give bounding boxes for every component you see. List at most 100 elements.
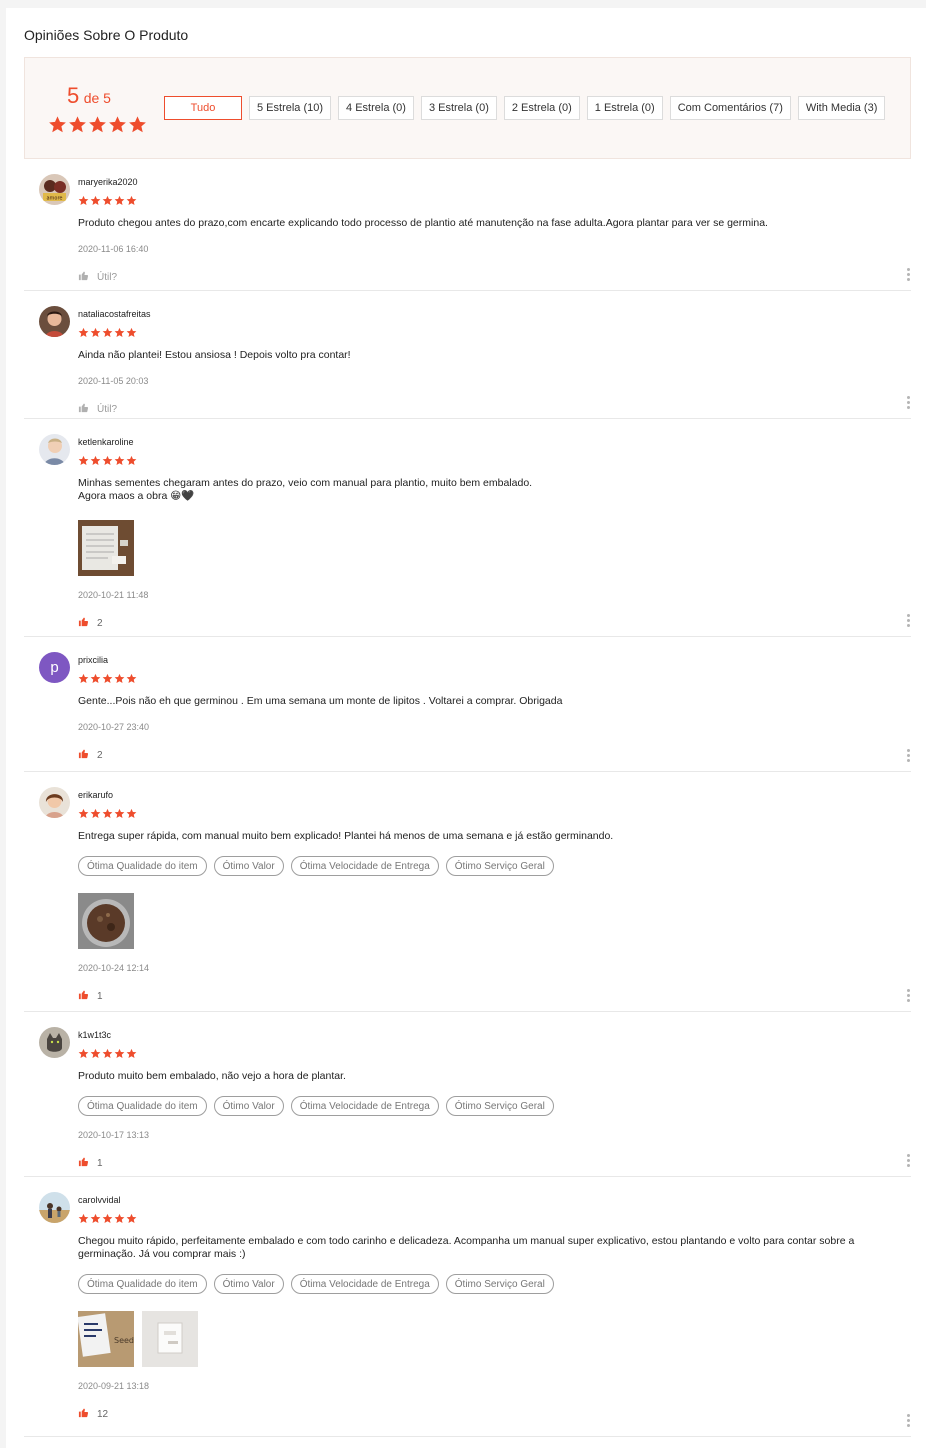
review-date: 2020-10-21 11:48 [78,590,149,600]
more-options-icon[interactable] [907,989,911,1002]
like-count: 12 [97,1408,109,1420]
thumbs-up-icon[interactable] [78,1407,89,1421]
like-control[interactable]: 2 [78,748,881,762]
review-stars [78,453,881,465]
like-count: 1 [97,990,103,1002]
review-content: maryerika2020 Produto chegou antes do pra… [78,176,881,284]
review-tag: Ótimo Valor [213,1096,284,1116]
thumbs-up-icon[interactable] [78,748,89,762]
star-icon [68,115,87,139]
avatar[interactable] [39,306,70,337]
review-stars [78,806,881,818]
review-content: k1w1t3c Produto muito bem embalado, não v… [78,1029,881,1170]
thumbs-up-icon[interactable] [78,270,89,284]
thumbs-up-icon[interactable] [78,989,89,1003]
star-icon [126,193,137,205]
more-options-icon[interactable] [907,1414,911,1427]
reviewer-name[interactable]: erikarufo [78,789,881,801]
avatar[interactable]: amore [39,174,70,205]
like-control[interactable]: 12 [78,1407,881,1421]
star-icon [102,325,113,337]
star-icon [90,193,101,205]
reviewer-name[interactable]: carolvvidal [78,1194,881,1206]
filter-button[interactable]: Tudo [164,96,242,120]
more-options-icon[interactable] [907,268,911,281]
review-comment: Ainda não plantei! Estou ansiosa ! Depoi… [78,349,351,361]
more-options-icon[interactable] [907,396,911,409]
more-options-icon[interactable] [907,614,911,627]
like-count: 1 [97,1157,103,1169]
star-icon [114,1046,125,1058]
more-options-icon[interactable] [907,749,911,762]
reviewer-name[interactable]: maryerika2020 [78,176,881,188]
star-icon [90,671,101,683]
review-tag: Ótima Qualidade do item [78,1274,207,1294]
review-date: 2020-11-06 16:40 [78,244,149,254]
reviews-panel: Opiniões Sobre O Produto 5 de 5 Tudo 5 Es… [6,8,926,1448]
like-control[interactable]: 1 [78,1156,881,1170]
star-icon [114,671,125,683]
thumbs-up-icon[interactable] [78,402,89,416]
filter-button[interactable]: 3 Estrela (0) [420,96,497,120]
reviewer-name[interactable]: k1w1t3c [78,1029,881,1041]
like-control[interactable]: Útil? [78,270,881,284]
star-icon [78,1211,89,1223]
like-control[interactable]: 2 [78,616,881,630]
like-control[interactable]: 1 [78,989,881,1003]
reviewer-name[interactable]: ketlenkaroline [78,436,881,448]
star-icon [126,453,137,465]
filter-button[interactable]: 1 Estrela (0) [586,96,663,120]
review-date: 2020-10-24 12:14 [78,963,150,973]
score-of-text: de 5 [83,90,111,106]
review-tag: Ótima Qualidade do item [78,1096,207,1116]
review-comment: Gente...Pois não eh que germinou . Em um… [78,695,563,707]
avatar[interactable]: p [39,652,70,683]
review-content: nataliacostafreitas Ainda não plantei! Es… [78,308,881,416]
overall-score: 5 de 5 [67,83,111,109]
review-photos [78,893,881,949]
avatar[interactable] [39,787,70,818]
avatar[interactable] [39,1027,70,1058]
thumbs-up-icon[interactable] [78,1156,89,1170]
filter-button[interactable]: 2 Estrela (0) [503,96,580,120]
filter-button[interactable]: 5 Estrela (10) [249,96,332,120]
review-photo[interactable] [142,1311,198,1367]
filter-button[interactable]: Com Comentários (7) [669,96,791,120]
review-date: 2020-11-05 20:03 [78,376,149,386]
star-icon [114,1211,125,1223]
like-count: Útil? [97,271,118,283]
review-photos: Seed [78,1311,881,1367]
review-content: prixcilia Gente...Pois não eh que germino… [78,654,881,762]
review-item: erikarufo Entrega super rápida, com manua… [24,772,911,1012]
rating-summary: 5 de 5 Tudo 5 Estrela (10) 4 Estrela (0) 3 … [24,57,911,159]
review-photo[interactable] [78,520,134,576]
review-tag: Ótimo Serviço Geral [445,1274,554,1294]
reviewer-name[interactable]: nataliacostafreitas [78,308,881,320]
review-comment: Minhas sementes chegaram antes do prazo,… [78,477,533,502]
review-comment: Chegou muito rápido, perfeitamente embal… [78,1235,855,1260]
reviewer-name[interactable]: prixcilia [78,654,881,666]
star-icon [102,453,113,465]
star-icon [78,1046,89,1058]
more-options-icon[interactable] [907,1154,911,1167]
avatar[interactable] [39,1192,70,1223]
review-photo[interactable] [78,893,134,949]
review-tag: Ótima Velocidade de Entrega [290,1274,439,1294]
thumbs-up-icon[interactable] [78,616,89,630]
review-photo[interactable]: Seed [78,1311,134,1367]
star-icon [102,806,113,818]
like-control[interactable]: Útil? [78,402,881,416]
avatar[interactable] [39,434,70,465]
review-item: ketlenkaroline Minhas sementes chegaram a… [24,419,911,637]
filter-button[interactable]: 4 Estrela (0) [338,96,414,120]
review-date: 2020-10-17 13:13 [78,1130,150,1140]
star-icon [102,1046,113,1058]
star-icon [78,193,89,205]
star-icon [102,671,113,683]
review-stars [78,193,881,205]
overall-stars [48,115,147,139]
star-icon [126,325,137,337]
review-tags: Ótima Qualidade do item Ótimo Valor Ótima … [78,1096,881,1116]
star-icon [114,453,125,465]
filter-button[interactable]: With Media (3) [797,96,886,120]
